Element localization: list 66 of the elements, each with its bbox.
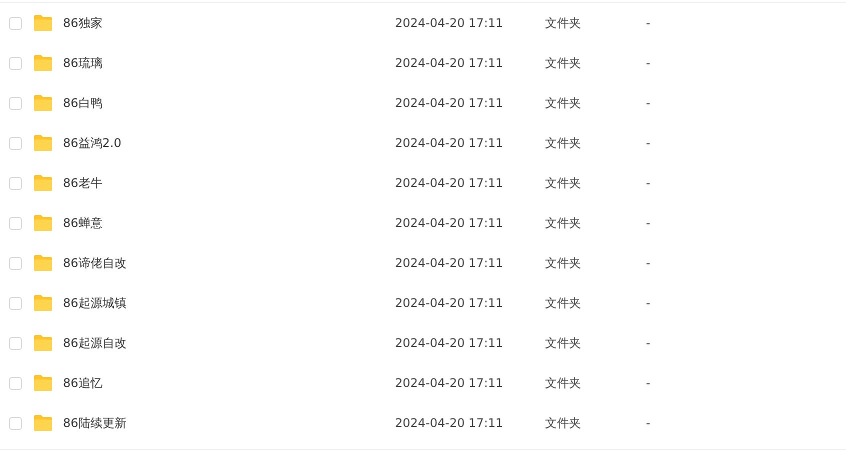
- file-name[interactable]: 86独家: [63, 16, 102, 30]
- modified-date: 2024-04-20 17:11: [395, 216, 504, 230]
- file-size: -: [646, 376, 650, 390]
- file-size: -: [646, 256, 650, 270]
- file-size: -: [646, 56, 650, 70]
- folder-icon: [33, 294, 53, 312]
- checkbox[interactable]: [9, 296, 22, 310]
- folder-icon: [33, 54, 53, 72]
- file-name[interactable]: 86老牛: [63, 176, 102, 190]
- folder-icon: [33, 14, 53, 32]
- file-type: 文件夹: [545, 256, 581, 270]
- modified-date: 2024-04-20 17:11: [395, 296, 504, 310]
- checkbox[interactable]: [9, 136, 22, 150]
- file-type: 文件夹: [545, 416, 581, 430]
- file-name[interactable]: 86白鸭: [63, 96, 102, 110]
- modified-date: 2024-04-20 17:11: [395, 176, 504, 190]
- checkbox[interactable]: [9, 96, 22, 110]
- file-name[interactable]: 86蝉意: [63, 216, 102, 230]
- file-size: -: [646, 16, 650, 30]
- file-type: 文件夹: [545, 376, 581, 390]
- file-type: 文件夹: [545, 216, 581, 230]
- modified-date: 2024-04-20 17:11: [395, 336, 504, 350]
- file-type: 文件夹: [545, 336, 581, 350]
- checkbox[interactable]: [9, 216, 22, 230]
- file-name[interactable]: 86起源城镇: [63, 296, 126, 310]
- checkbox[interactable]: [9, 336, 22, 350]
- folder-icon: [33, 214, 53, 232]
- folder-icon: [33, 374, 53, 392]
- folder-icon: [33, 94, 53, 112]
- file-size: -: [646, 176, 650, 190]
- checkbox[interactable]: [9, 16, 22, 30]
- file-size: -: [646, 336, 650, 350]
- file-type: 文件夹: [545, 296, 581, 310]
- checkbox[interactable]: [9, 416, 22, 430]
- file-type: 文件夹: [545, 96, 581, 110]
- file-type: 文件夹: [545, 136, 581, 150]
- checkbox[interactable]: [9, 376, 22, 390]
- modified-date: 2024-04-20 17:11: [395, 416, 504, 430]
- file-type: 文件夹: [545, 56, 581, 70]
- modified-date: 2024-04-20 17:11: [395, 56, 504, 70]
- file-size: -: [646, 296, 650, 310]
- file-size: -: [646, 216, 650, 230]
- folder-icon: [33, 254, 53, 272]
- file-size: -: [646, 416, 650, 430]
- folder-icon: [33, 334, 53, 352]
- folder-icon: [33, 414, 53, 432]
- file-name[interactable]: 86追忆: [63, 376, 102, 390]
- modified-date: 2024-04-20 17:11: [395, 376, 504, 390]
- modified-date: 2024-04-20 17:11: [395, 256, 504, 270]
- file-type: 文件夹: [545, 16, 581, 30]
- folder-icon: [33, 174, 53, 192]
- modified-date: 2024-04-20 17:11: [395, 96, 504, 110]
- file-size: -: [646, 136, 650, 150]
- file-name[interactable]: 86琉璃: [63, 56, 102, 70]
- file-name[interactable]: 86起源自改: [63, 336, 126, 350]
- checkbox[interactable]: [9, 56, 22, 70]
- file-size: -: [646, 96, 650, 110]
- file-type: 文件夹: [545, 176, 581, 190]
- checkbox[interactable]: [9, 176, 22, 190]
- modified-date: 2024-04-20 17:11: [395, 136, 504, 150]
- file-name[interactable]: 86谛佬自改: [63, 256, 126, 270]
- folder-icon: [33, 134, 53, 152]
- checkbox[interactable]: [9, 256, 22, 270]
- file-name[interactable]: 86益鸿2.0: [63, 136, 122, 150]
- modified-date: 2024-04-20 17:11: [395, 16, 504, 30]
- file-name[interactable]: 86陆续更新: [63, 416, 126, 430]
